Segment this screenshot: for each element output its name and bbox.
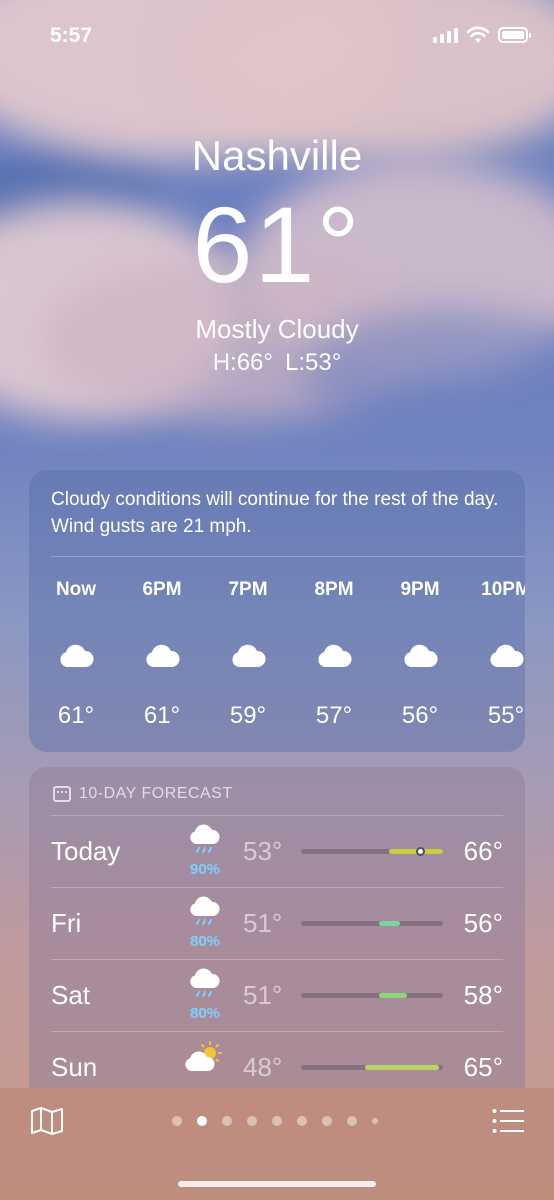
hour-temp: 59° bbox=[229, 702, 267, 729]
home-indicator[interactable] bbox=[178, 1181, 376, 1187]
cloud-icon bbox=[33, 624, 119, 688]
weather-summary: Cloudy conditions will continue for the … bbox=[51, 489, 499, 537]
page-dot[interactable] bbox=[322, 1116, 332, 1126]
page-indicator[interactable] bbox=[172, 1116, 378, 1126]
temp-range-fill bbox=[379, 921, 401, 926]
ten-day-forecast-card[interactable]: 10-DAY FORECAST Today 90% 53° 66° Fri 80% 51° 5… bbox=[29, 767, 525, 1107]
hour-label: 9PM bbox=[400, 579, 440, 600]
precip-chance: 80% bbox=[189, 1005, 221, 1022]
forecast-header: 10-DAY FORECAST bbox=[29, 767, 525, 803]
status-time: 5:57 bbox=[50, 24, 93, 47]
hour-label: 6PM bbox=[142, 579, 182, 600]
hour-label: Now bbox=[55, 579, 97, 600]
cloud-rain-icon: 80% bbox=[181, 968, 229, 1022]
condition-text: Mostly Cloudy bbox=[195, 314, 359, 344]
list-icon[interactable] bbox=[492, 1108, 524, 1134]
current-temp-marker bbox=[415, 847, 425, 856]
low-temp: 53° bbox=[243, 836, 283, 866]
hour-temp: 57° bbox=[315, 702, 353, 729]
page-dot[interactable] bbox=[222, 1116, 232, 1126]
temp-range-bar bbox=[301, 1065, 443, 1070]
temp-range-bar bbox=[301, 921, 443, 926]
high-temp: 65° bbox=[463, 1052, 503, 1082]
precip-chance: 90% bbox=[189, 861, 221, 878]
wifi-icon bbox=[466, 26, 490, 43]
cloud-icon bbox=[463, 624, 525, 688]
hour-temp: 61° bbox=[57, 702, 95, 729]
page-dot[interactable] bbox=[272, 1116, 282, 1126]
page-dot[interactable] bbox=[372, 1118, 378, 1124]
high-temp: 58° bbox=[463, 980, 503, 1010]
low-temp: 51° bbox=[243, 908, 283, 938]
hour-temp: 56° bbox=[401, 702, 439, 729]
high-temp: H:66° bbox=[212, 349, 273, 376]
calendar-icon bbox=[53, 786, 71, 802]
forecast-row[interactable]: Fri 80% 51° 56° bbox=[51, 887, 503, 959]
high-temp: 66° bbox=[463, 836, 503, 866]
page-dot[interactable] bbox=[172, 1116, 182, 1126]
page-dot[interactable] bbox=[247, 1116, 257, 1126]
page-dot[interactable] bbox=[297, 1116, 307, 1126]
hour-item: 10PM 55° bbox=[463, 576, 525, 730]
hour-label: 8PM bbox=[314, 579, 354, 600]
page-dot[interactable] bbox=[197, 1116, 207, 1126]
high-low: H:66° L:53° bbox=[0, 348, 554, 378]
cloud-rain-icon: 80% bbox=[181, 896, 229, 950]
temp-range-bar bbox=[301, 847, 443, 856]
current-temperature: 61° bbox=[192, 184, 362, 305]
cloud-rain-icon: 90% bbox=[181, 824, 229, 878]
temp-range-bar bbox=[301, 993, 443, 998]
partly-sunny-icon bbox=[181, 1040, 229, 1079]
day-label: Sun bbox=[51, 1052, 98, 1082]
cloud-icon bbox=[291, 624, 377, 688]
city-name: Nashville bbox=[191, 132, 363, 179]
high-temp: 56° bbox=[463, 908, 503, 938]
divider bbox=[51, 556, 525, 557]
hourly-forecast-card[interactable]: Cloudy conditions will continue for the … bbox=[29, 470, 525, 752]
forecast-rows: Today 90% 53° 66° Fri 80% 51° 56° Sat 80% 51° 58° Su… bbox=[51, 815, 503, 1103]
current-weather: Nashville 61° Mostly Cloudy H:66° L:53° bbox=[0, 130, 554, 378]
hour-item: 7PM 59° bbox=[205, 576, 291, 730]
low-temp: 51° bbox=[243, 980, 283, 1010]
forecast-row[interactable]: Today 90% 53° 66° bbox=[51, 815, 503, 887]
map-icon[interactable] bbox=[30, 1106, 64, 1136]
hour-label: 7PM bbox=[228, 579, 268, 600]
low-temp: L:53° bbox=[284, 349, 342, 376]
hour-item: 9PM 56° bbox=[377, 576, 463, 730]
day-label: Sat bbox=[51, 980, 91, 1010]
hour-temp: 55° bbox=[487, 702, 525, 729]
temp-range-fill bbox=[364, 1065, 439, 1070]
hour-temp: 61° bbox=[143, 702, 181, 729]
page-dot[interactable] bbox=[347, 1116, 357, 1126]
cellular-signal-icon bbox=[433, 27, 458, 43]
cloud-icon bbox=[377, 624, 463, 688]
forecast-title: 10-DAY FORECAST bbox=[79, 785, 233, 802]
hour-item: 6PM 61° bbox=[119, 576, 205, 730]
battery-icon bbox=[498, 27, 531, 43]
temp-range-fill bbox=[379, 993, 408, 998]
hour-item: Now 61° bbox=[33, 576, 119, 730]
day-label: Fri bbox=[51, 908, 82, 938]
precip-chance: 80% bbox=[189, 933, 221, 950]
cloud-icon bbox=[119, 624, 205, 688]
cloud-icon bbox=[205, 624, 291, 688]
low-temp: 48° bbox=[243, 1052, 283, 1082]
status-bar: 5:57 bbox=[0, 0, 554, 70]
hour-label: 10PM bbox=[481, 579, 525, 600]
day-label: Today bbox=[51, 836, 121, 866]
forecast-row[interactable]: Sat 80% 51° 58° bbox=[51, 959, 503, 1031]
hourly-list[interactable]: Now 61° 6PM 61° 7PM 59° 8PM 57° 9PM 56° 10PM 55° bbox=[29, 576, 525, 730]
hour-item: 8PM 57° bbox=[291, 576, 377, 730]
